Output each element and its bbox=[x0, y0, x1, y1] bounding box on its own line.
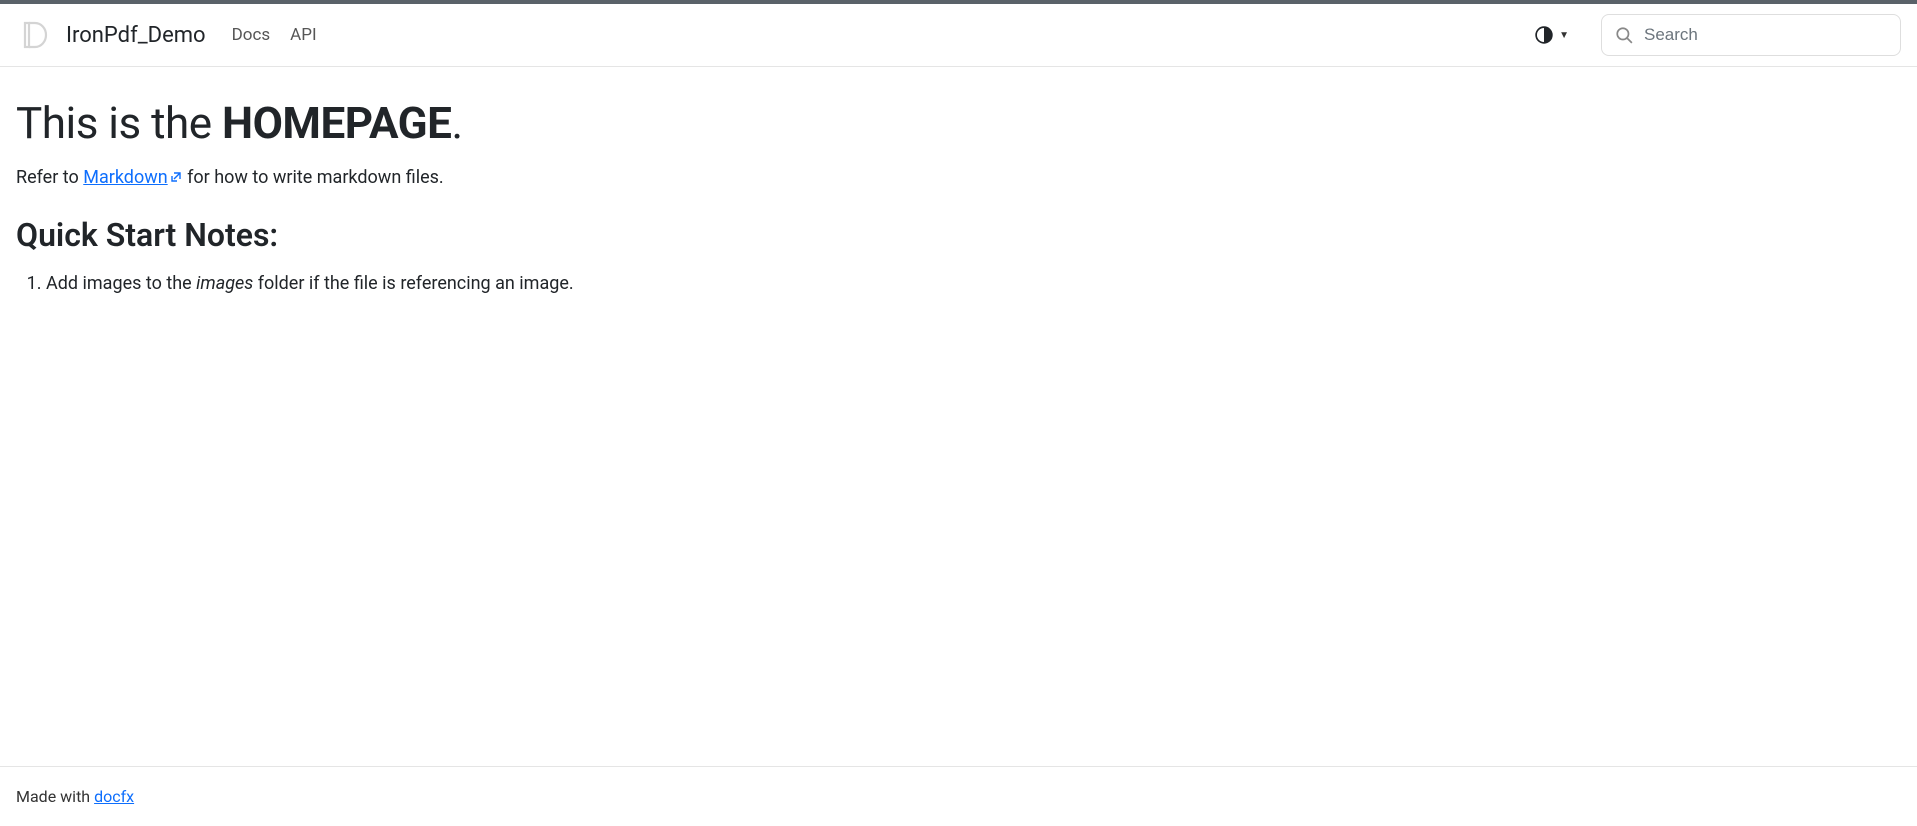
nav-links: Docs API bbox=[232, 25, 317, 45]
search-icon bbox=[1615, 26, 1633, 44]
caret-down-icon: ▼ bbox=[1559, 30, 1569, 41]
list-item: Add images to the images folder if the f… bbox=[46, 270, 1901, 297]
external-link-icon bbox=[170, 167, 183, 180]
notes-list: Add images to the images folder if the f… bbox=[16, 270, 1901, 297]
note-italic: images bbox=[196, 273, 253, 294]
brand-title[interactable]: IronPdf_Demo bbox=[66, 23, 206, 48]
intro-paragraph: Refer to Markdown for how to write markd… bbox=[16, 167, 1901, 188]
brand-logo-icon bbox=[16, 17, 52, 53]
footer-prefix: Made with bbox=[16, 787, 94, 806]
main-content: This is the HOMEPAGE. Refer to Markdown … bbox=[0, 67, 1917, 766]
markdown-link[interactable]: Markdown bbox=[83, 167, 182, 188]
docfx-link[interactable]: docfx bbox=[94, 787, 134, 806]
title-suffix: . bbox=[451, 97, 462, 149]
title-bold: HOMEPAGE bbox=[222, 97, 451, 149]
theme-toggle-button[interactable]: ▼ bbox=[1525, 20, 1579, 50]
footer: Made with docfx bbox=[0, 766, 1917, 826]
nav-link-docs[interactable]: Docs bbox=[232, 25, 271, 45]
theme-contrast-icon bbox=[1535, 26, 1553, 44]
search-input[interactable] bbox=[1601, 14, 1901, 56]
intro-suffix: for how to write markdown files. bbox=[183, 167, 444, 188]
section-heading: Quick Start Notes: bbox=[16, 216, 1901, 254]
nav-link-api[interactable]: API bbox=[290, 25, 316, 45]
intro-prefix: Refer to bbox=[16, 167, 83, 188]
note-suffix: folder if the file is referencing an ima… bbox=[253, 273, 573, 294]
note-prefix: Add images to the bbox=[46, 273, 196, 294]
navbar: IronPdf_Demo Docs API ▼ bbox=[0, 4, 1917, 67]
page-title: This is the HOMEPAGE. bbox=[16, 97, 1901, 149]
search-box bbox=[1601, 14, 1901, 56]
title-prefix: This is the bbox=[16, 97, 222, 149]
